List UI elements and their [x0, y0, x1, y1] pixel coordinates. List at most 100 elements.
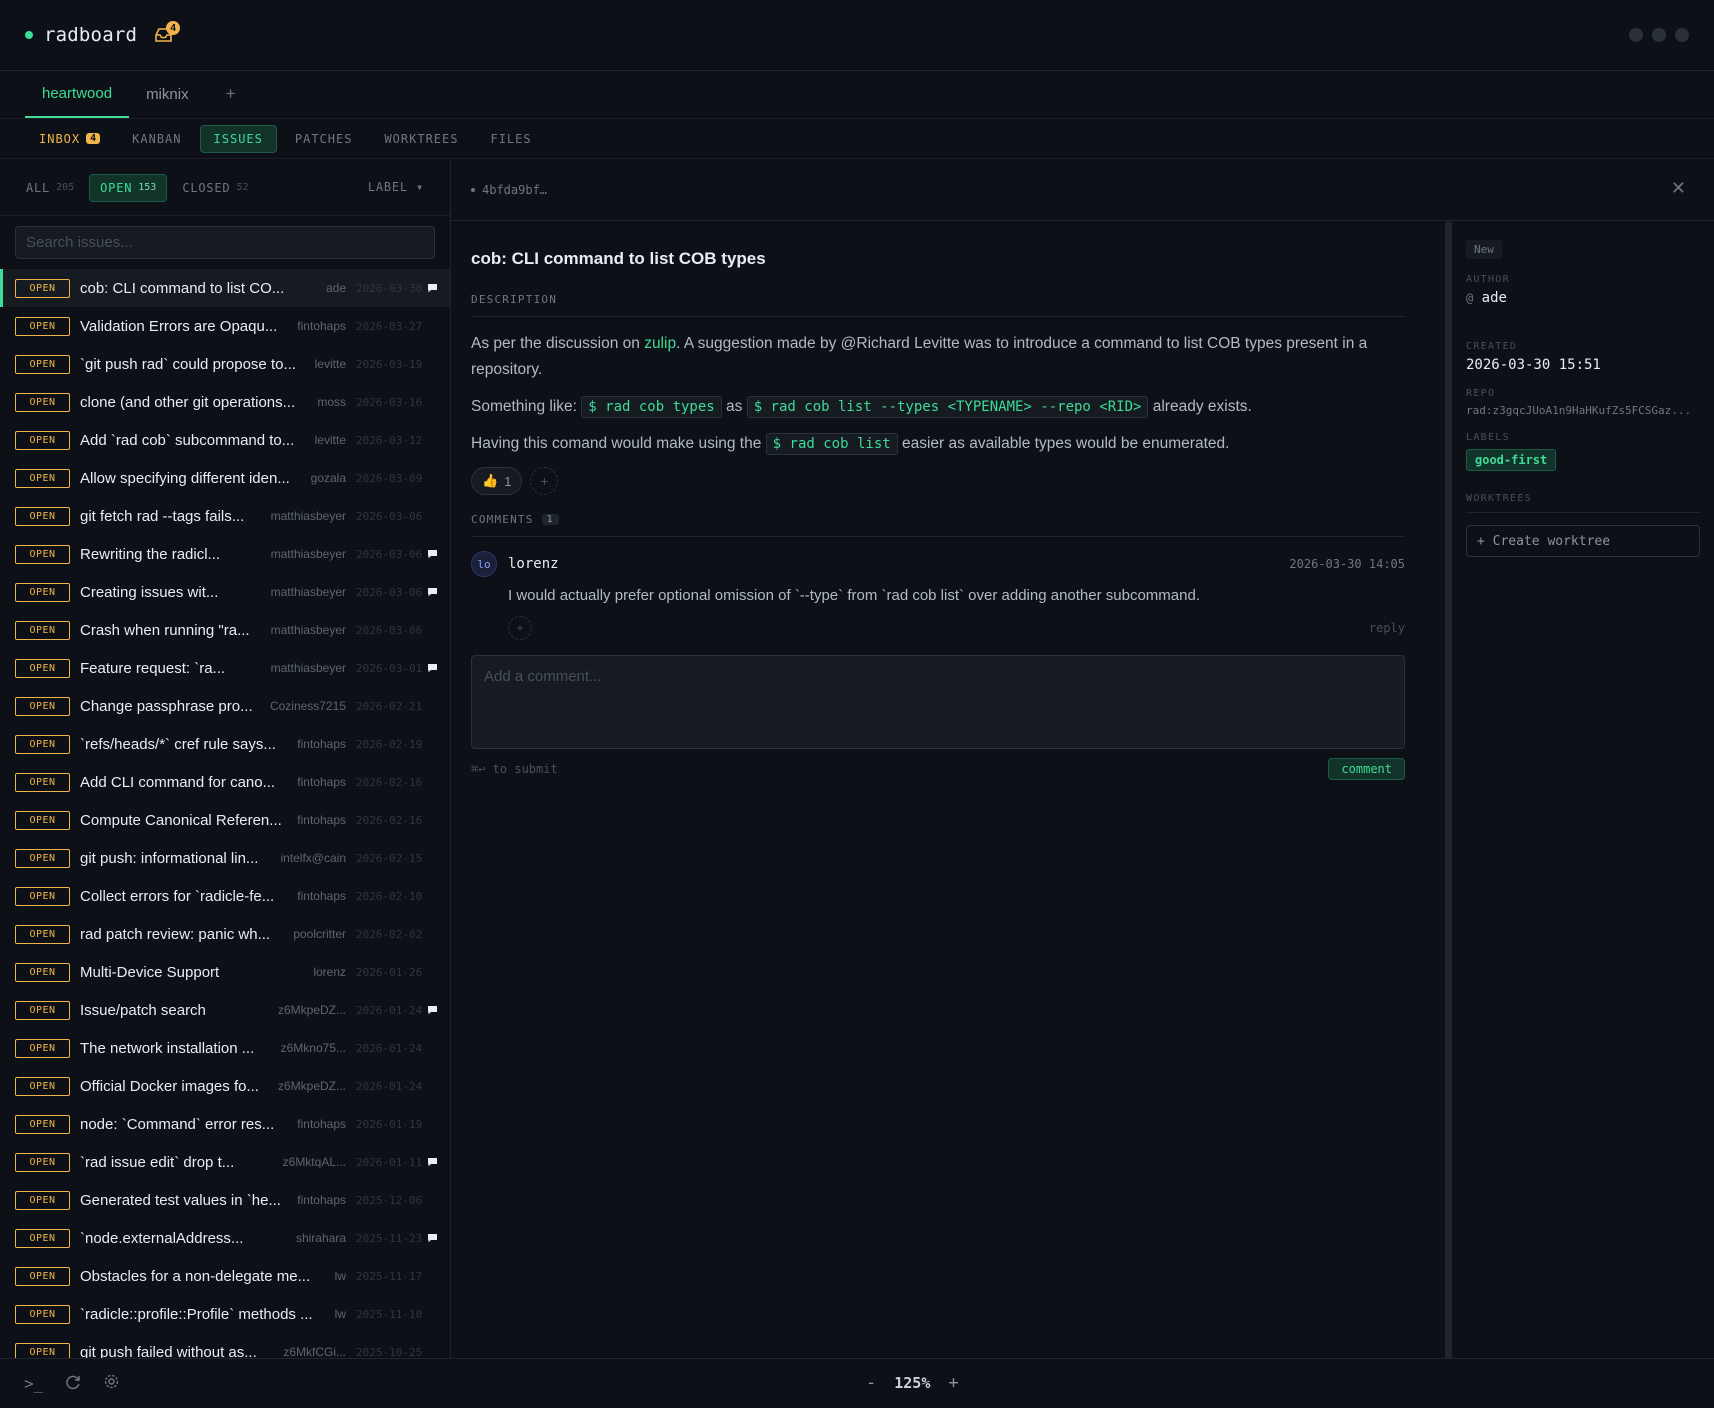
- issue-row[interactable]: OPEN Feature request: `ra... matthiasbeyer…: [0, 649, 450, 687]
- inline-code: $ rad cob list --types <TYPENAME> --repo…: [746, 396, 1149, 418]
- panel-resize-handle[interactable]: [1445, 222, 1452, 1358]
- issue-row[interactable]: OPEN node: `Command` error res... fintohap…: [0, 1105, 450, 1143]
- issue-id[interactable]: 4bfda9bf…: [482, 183, 547, 197]
- add-comment-reaction-button[interactable]: +: [508, 616, 532, 640]
- refresh-icon[interactable]: [65, 1374, 81, 1394]
- issue-row[interactable]: OPEN Obstacles for a non-delegate me... lw…: [0, 1257, 450, 1295]
- issue-row-date: 2026-03-06: [356, 623, 423, 637]
- labels-label: LABELS: [1466, 432, 1510, 443]
- filter-open[interactable]: OPEN 153: [89, 173, 168, 202]
- issue-row[interactable]: OPEN `rad issue edit` drop t... z6MktqAL..…: [0, 1143, 450, 1181]
- issue-row-date: 2025-11-23: [356, 1231, 423, 1245]
- comment-date: 2026-03-30 14:05: [1289, 557, 1405, 571]
- issue-row[interactable]: OPEN clone (and other git operations... mo…: [0, 383, 450, 421]
- issue-row[interactable]: OPEN Crash when running "ra... matthiasbey…: [0, 611, 450, 649]
- label-chip[interactable]: good-first: [1466, 449, 1557, 471]
- issue-row[interactable]: OPEN Official Docker images fo... z6MkpeDZ…: [0, 1067, 450, 1105]
- issue-row-date: 2026-01-24: [356, 1079, 423, 1093]
- status-badge: OPEN: [15, 468, 70, 488]
- close-icon[interactable]: ✕: [1671, 178, 1686, 199]
- filter-closed[interactable]: CLOSED 52: [171, 174, 259, 202]
- issue-row[interactable]: OPEN The network installation ... z6Mkno75…: [0, 1029, 450, 1067]
- issue-row[interactable]: OPEN Multi-Device Support lorenz 2026-01-26: [0, 953, 450, 991]
- zoom-in-button[interactable]: +: [948, 1373, 958, 1393]
- window-dot-maximize[interactable]: [1652, 28, 1666, 42]
- issue-row[interactable]: OPEN cob: CLI command to list CO... ade 202…: [0, 269, 450, 307]
- tab-patches[interactable]: PATCHES: [281, 125, 367, 153]
- reply-button[interactable]: reply: [1369, 621, 1405, 635]
- search-input[interactable]: [26, 234, 424, 251]
- state-badge[interactable]: New: [1466, 240, 1502, 259]
- issue-row[interactable]: OPEN `git push rad` could propose to... le…: [0, 345, 450, 383]
- tab-files[interactable]: FILES: [476, 125, 545, 153]
- issue-row[interactable]: OPEN `refs/heads/*` cref rule says... fint…: [0, 725, 450, 763]
- comment-icon: [420, 1157, 444, 1167]
- window-dot-minimize[interactable]: [1629, 28, 1643, 42]
- issue-row-title: Validation Errors are Opaqu...: [80, 317, 278, 335]
- issue-row-date: 2025-10-25: [356, 1345, 423, 1359]
- issue-row-author: poolcritter: [293, 927, 346, 941]
- status-badge: OPEN: [15, 1114, 70, 1134]
- issue-row[interactable]: OPEN Rewriting the radicl... matthiasbeyer…: [0, 535, 450, 573]
- zoom-out-button[interactable]: -: [866, 1373, 876, 1393]
- filter-open-label: OPEN: [100, 180, 133, 195]
- gear-icon[interactable]: [103, 1373, 120, 1394]
- issue-row[interactable]: OPEN git push: informational lin... intelf…: [0, 839, 450, 877]
- comment-input[interactable]: [484, 668, 1392, 736]
- issue-row-date: 2026-01-11: [356, 1155, 423, 1169]
- zoom-level: 125%: [894, 1374, 931, 1392]
- repo-tab-miknix[interactable]: miknix: [129, 70, 206, 118]
- issue-row[interactable]: OPEN `radicle::profile::Profile` methods …: [0, 1295, 450, 1333]
- filter-all[interactable]: ALL 205: [15, 174, 85, 202]
- create-worktree-button[interactable]: + Create worktree: [1466, 525, 1700, 557]
- issue-row[interactable]: OPEN Add CLI command for cano... fintohaps…: [0, 763, 450, 801]
- terminal-icon[interactable]: >_: [24, 1374, 43, 1393]
- issue-row-date: 2026-02-16: [356, 813, 423, 827]
- issue-row[interactable]: OPEN Creating issues wit... matthiasbeyer 2…: [0, 573, 450, 611]
- comment-author: lorenz: [508, 556, 559, 572]
- tab-kanban[interactable]: KANBAN: [118, 125, 195, 153]
- tab-inbox[interactable]: INBOX 4: [25, 125, 114, 153]
- description-paragraph-1: As per the discussion on zulip. A sugges…: [471, 331, 1405, 383]
- issue-row-author: z6MktqAL...: [282, 1155, 346, 1169]
- add-repo-button[interactable]: +: [206, 70, 256, 118]
- zulip-link[interactable]: zulip: [644, 335, 676, 352]
- issue-row[interactable]: OPEN git fetch rad --tags fails... matthia…: [0, 497, 450, 535]
- issue-row[interactable]: OPEN `node.externalAddress... shirahara 202…: [0, 1219, 450, 1257]
- status-badge: OPEN: [15, 1266, 70, 1286]
- tab-issues[interactable]: ISSUES: [199, 124, 277, 153]
- issue-row[interactable]: OPEN Add `rad cob` subcommand to... levitt…: [0, 421, 450, 459]
- issue-row[interactable]: OPEN Collect errors for `radicle-fe... fin…: [0, 877, 450, 915]
- comment-button[interactable]: comment: [1328, 758, 1405, 780]
- issue-row-title: `refs/heads/*` cref rule says...: [80, 735, 276, 753]
- issue-row[interactable]: OPEN Compute Canonical Referen... fintohap…: [0, 801, 450, 839]
- issue-row-title: `radicle::profile::Profile` methods ...: [80, 1305, 313, 1323]
- label-filter-dropdown[interactable]: LABEL ▾: [368, 180, 424, 194]
- issue-row-author: gozala: [310, 471, 346, 485]
- issue-row[interactable]: OPEN Issue/patch search z6MkpeDZ... 2026-01…: [0, 991, 450, 1029]
- issue-row[interactable]: OPEN rad patch review: panic wh... poolcri…: [0, 915, 450, 953]
- comment: lo lorenz 2026-03-30 14:05 I would actua…: [471, 551, 1405, 640]
- issue-row-date: 2025-11-17: [356, 1269, 423, 1283]
- status-dot: [471, 188, 475, 192]
- issue-row-title: `rad issue edit` drop t...: [80, 1153, 235, 1171]
- window-dot-close[interactable]: [1675, 28, 1689, 42]
- status-badge: OPEN: [15, 962, 70, 982]
- issue-row[interactable]: OPEN Allow specifying different iden... go…: [0, 459, 450, 497]
- comment-submit-row: ⌘↩ to submit comment: [471, 758, 1405, 780]
- issue-row-title: Official Docker images fo...: [80, 1077, 259, 1095]
- add-reaction-button[interactable]: +: [530, 467, 559, 495]
- issue-row-author: fintohaps: [297, 737, 346, 751]
- thumbs-up-reaction[interactable]: 👍 1: [471, 467, 523, 495]
- repo-tab-heartwood[interactable]: heartwood: [25, 70, 130, 118]
- issue-row[interactable]: OPEN Change passphrase pro... Coziness7215…: [0, 687, 450, 725]
- tab-worktrees[interactable]: WORKTREES: [370, 125, 472, 153]
- issue-row-date: 2025-11-10: [356, 1307, 423, 1321]
- status-badge: OPEN: [15, 354, 70, 374]
- issue-row[interactable]: OPEN Generated test values in `he... finto…: [0, 1181, 450, 1219]
- issue-row[interactable]: OPEN git push failed without as... z6MkfCG…: [0, 1333, 450, 1358]
- filter-all-count: 205: [56, 182, 75, 193]
- inbox-icon[interactable]: 4: [153, 21, 181, 46]
- issue-row-date: 2026-01-24: [356, 1003, 423, 1017]
- issue-row[interactable]: OPEN Validation Errors are Opaqu... fintoh…: [0, 307, 450, 345]
